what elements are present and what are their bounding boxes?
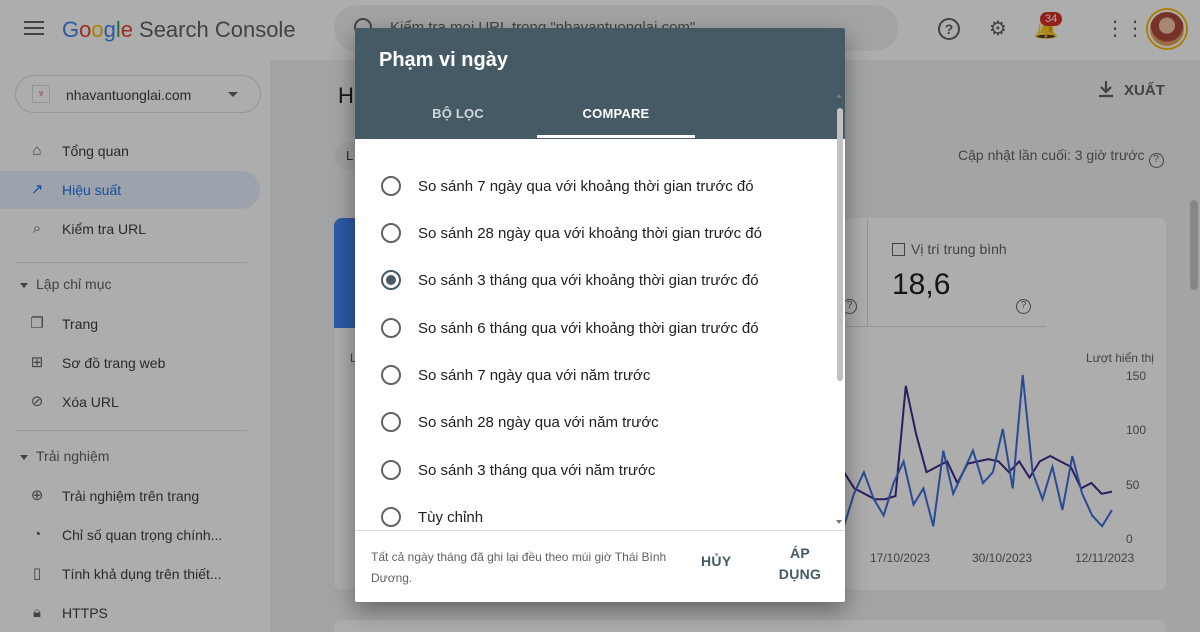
radio-button[interactable] (381, 318, 401, 338)
option-label: So sánh 6 tháng qua với khoảng thời gian… (418, 320, 759, 337)
dialog-title: Phạm vi ngày (379, 49, 508, 71)
option-label: So sánh 28 ngày qua với khoảng thời gian… (418, 225, 762, 242)
option-label: So sánh 3 tháng qua với năm trước (418, 462, 656, 479)
compare-option[interactable]: So sánh 28 ngày qua với năm trước (379, 402, 819, 442)
divider (355, 530, 845, 531)
compare-option[interactable]: So sánh 3 tháng qua với năm trước (379, 450, 819, 490)
dialog-scrollbar[interactable] (837, 108, 843, 381)
compare-option-custom[interactable]: Tùy chỉnh (379, 497, 819, 537)
option-label: So sánh 7 ngày qua với khoảng thời gian … (418, 178, 754, 195)
radio-button[interactable] (381, 223, 401, 243)
tab-compare[interactable]: COMPARE (525, 106, 707, 121)
radio-button[interactable] (381, 460, 401, 480)
compare-option-selected[interactable]: So sánh 3 tháng qua với khoảng thời gian… (379, 260, 819, 300)
timezone-note: Tất cả ngày tháng đã ghi lại đều theo mú… (371, 550, 667, 585)
radio-button[interactable] (381, 176, 401, 196)
option-label: So sánh 7 ngày qua với năm trước (418, 367, 651, 384)
tab-filter[interactable]: BỘ LỌC (367, 106, 549, 121)
option-label: So sánh 28 ngày qua với năm trước (418, 414, 659, 431)
compare-option[interactable]: So sánh 7 ngày qua với năm trước (379, 355, 819, 395)
scroll-up-arrow[interactable] (836, 94, 842, 98)
radio-button[interactable] (381, 507, 401, 527)
apply-button[interactable]: ÁP DỤNG (775, 543, 825, 585)
option-label: Tùy chỉnh (418, 509, 484, 526)
compare-option[interactable]: So sánh 7 ngày qua với khoảng thời gian … (379, 166, 819, 206)
radio-button[interactable] (381, 365, 401, 385)
compare-option[interactable]: So sánh 28 ngày qua với khoảng thời gian… (379, 213, 819, 253)
tab-indicator (537, 135, 695, 138)
radio-button[interactable] (381, 412, 401, 432)
date-range-dialog: Phạm vi ngày BỘ LỌC COMPARE So sánh 7 ng… (355, 28, 845, 602)
compare-option[interactable]: So sánh 6 tháng qua với khoảng thời gian… (379, 308, 819, 348)
radio-button-checked[interactable] (381, 270, 401, 290)
scroll-down-arrow[interactable] (836, 520, 842, 524)
cancel-button[interactable]: HỦY (701, 553, 731, 569)
option-label: So sánh 3 tháng qua với khoảng thời gian… (418, 272, 759, 289)
dialog-header: Phạm vi ngày BỘ LỌC COMPARE (355, 28, 845, 139)
